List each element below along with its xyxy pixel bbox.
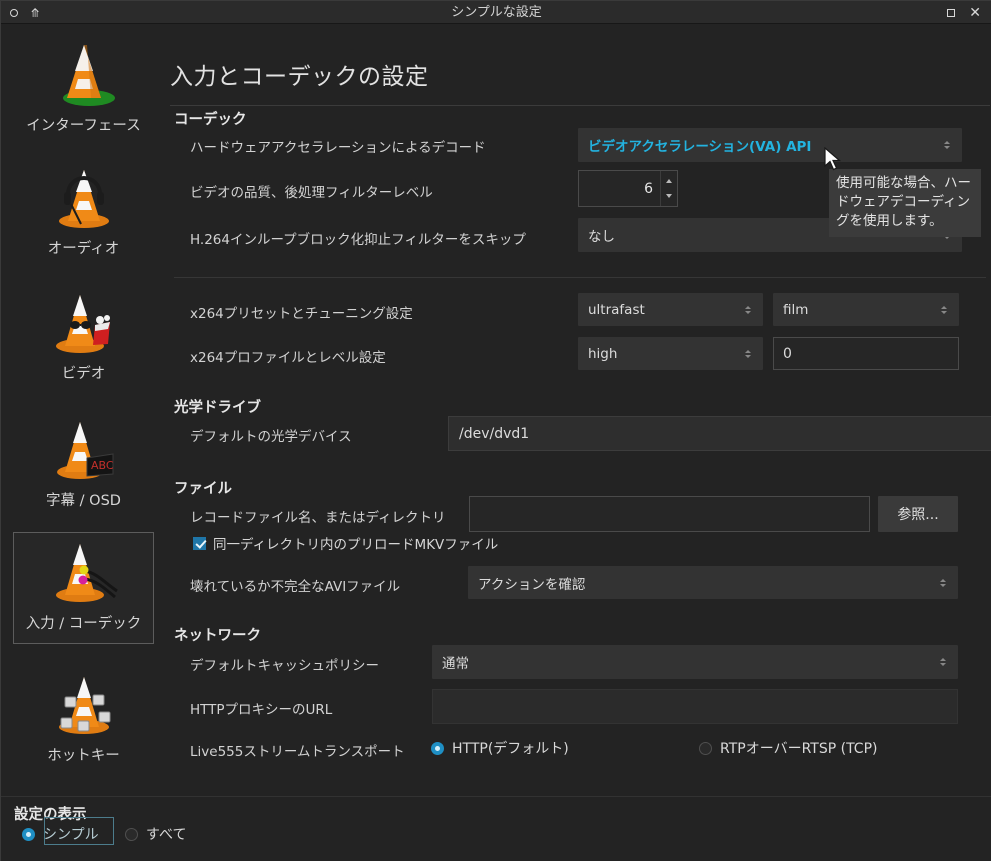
vlc-cone-audio-icon bbox=[47, 164, 121, 230]
spinner-arrows-icon[interactable] bbox=[660, 171, 677, 206]
browse-button-label: 参照... bbox=[897, 507, 939, 523]
x264-level-input[interactable]: 0 bbox=[773, 337, 959, 370]
x264-profile-value: high bbox=[588, 345, 618, 362]
window-title: シンプルな設定 bbox=[451, 5, 542, 20]
main-content: 入力とコーデックの設定 コーデック ハードウェアアクセラレーションによるデコード… bbox=[166, 24, 991, 796]
group-title-network: ネットワーク bbox=[174, 628, 261, 644]
maximize-icon[interactable] bbox=[947, 8, 956, 17]
codec-divider bbox=[174, 277, 986, 278]
chevron-updown-icon bbox=[939, 141, 955, 149]
chevron-updown-icon bbox=[935, 658, 951, 666]
chevron-updown-icon bbox=[740, 305, 756, 314]
post-processing-level-value: 6 bbox=[644, 180, 653, 197]
label-hw-accel: ハードウェアアクセラレーションによるデコード bbox=[190, 140, 486, 156]
sidebar-item-label: 入力 / コーデック bbox=[25, 616, 142, 632]
http-proxy-url-input[interactable] bbox=[432, 689, 958, 724]
page-title: 入力とコーデックの設定 bbox=[170, 64, 429, 90]
sidebar: インターフェース オーディオ ビデオ ABC 字幕 / OSD 入力 / コーデ… bbox=[1, 24, 166, 796]
vlc-cone-interface-icon bbox=[47, 41, 121, 107]
browse-button[interactable]: 参照... bbox=[878, 496, 958, 532]
vlc-cone-subtitles-icon: ABC bbox=[47, 416, 121, 482]
x264-level-value: 0 bbox=[783, 345, 792, 362]
titlebar-left-controls: ⤊ bbox=[10, 1, 40, 24]
live555-http-label: HTTP(デフォルト) bbox=[452, 741, 569, 757]
hw-accel-combobox[interactable]: ビデオアクセラレーション(VA) API bbox=[578, 128, 962, 162]
label-default-cache-policy: デフォルトキャッシュポリシー bbox=[190, 658, 379, 674]
sidebar-item-label: ホットキー bbox=[47, 748, 120, 764]
simple-preferences-window: シンプルな設定 ⤊ ✕ インターフェース オーディオ ビデオ ABC 字幕 / … bbox=[0, 0, 991, 861]
label-live555-transport: Live555ストリームトランスポート bbox=[190, 744, 405, 760]
sidebar-item-input-codecs[interactable]: 入力 / コーデック bbox=[13, 532, 154, 644]
default-optical-device-value: /dev/dvd1 bbox=[459, 425, 530, 442]
sidebar-item-video[interactable]: ビデオ bbox=[13, 282, 154, 384]
sidebar-item-audio[interactable]: オーディオ bbox=[13, 157, 154, 259]
label-record-file-directory: レコードファイル名、またはディレクトリ bbox=[190, 510, 446, 526]
sidebar-item-label: オーディオ bbox=[47, 241, 120, 257]
sidebar-item-label: ビデオ bbox=[61, 366, 106, 382]
sidebar-item-interface[interactable]: インターフェース bbox=[13, 34, 154, 136]
live555-rtp-label: RTPオーバーRTSP (TCP) bbox=[720, 741, 878, 757]
hw-accel-value: ビデオアクセラレーション(VA) API bbox=[588, 139, 812, 155]
chevron-updown-icon bbox=[935, 578, 951, 587]
record-file-directory-input[interactable] bbox=[469, 496, 870, 532]
sidebar-item-hotkeys[interactable]: ホットキー bbox=[13, 664, 154, 766]
live555-rtp-radio-row[interactable]: RTPオーバーRTSP (TCP) bbox=[699, 738, 877, 758]
default-cache-policy-value: 通常 bbox=[442, 656, 469, 672]
arrow-up-icon[interactable]: ⤊ bbox=[30, 7, 40, 19]
label-http-proxy-url: HTTPプロキシーのURL bbox=[190, 702, 333, 718]
live555-rtp-radio[interactable] bbox=[699, 741, 712, 755]
preload-mkv-label: 同一ディレクトリ内のプリロードMKVファイル bbox=[213, 537, 499, 553]
label-x264-preset-tuning: x264プリセットとチューニング設定 bbox=[190, 306, 413, 322]
chevron-updown-icon bbox=[740, 349, 756, 358]
label-x264-profile-level: x264プロファイルとレベル設定 bbox=[190, 350, 386, 366]
view-all-radio[interactable] bbox=[125, 827, 138, 841]
group-title-file: ファイル bbox=[174, 481, 232, 497]
damaged-avi-value: アクションを確認 bbox=[478, 576, 586, 593]
label-default-optical-device: デフォルトの光学デバイス bbox=[190, 429, 352, 445]
default-optical-device-combobox[interactable]: /dev/dvd1 ▾ bbox=[448, 416, 991, 451]
svg-text:ABC: ABC bbox=[91, 459, 114, 472]
title-bar: シンプルな設定 ⤊ ✕ bbox=[1, 1, 991, 24]
live555-http-radio-row[interactable]: HTTP(デフォルト) bbox=[431, 738, 569, 758]
sidebar-item-subtitles-osd[interactable]: ABC 字幕 / OSD bbox=[13, 409, 154, 511]
view-all-radio-row[interactable]: すべて bbox=[125, 824, 186, 844]
titlebar-right-controls: ✕ bbox=[947, 1, 981, 24]
chevron-updown-icon bbox=[936, 305, 952, 314]
live555-http-radio[interactable] bbox=[431, 741, 444, 755]
bottom-bar: 設定の表示 シンプル すべて 設定をリセット (R) キャンセル (C) 保存 … bbox=[1, 796, 991, 861]
post-processing-level-spinbox[interactable]: 6 bbox=[578, 170, 678, 207]
title-divider bbox=[170, 105, 990, 106]
sidebar-item-label: インターフェース bbox=[26, 118, 141, 134]
vlc-cone-video-icon bbox=[47, 289, 121, 355]
default-cache-policy-combobox[interactable]: 通常 bbox=[432, 645, 958, 679]
sidebar-item-label: 字幕 / OSD bbox=[46, 493, 121, 509]
x264-profile-combobox[interactable]: high bbox=[578, 337, 763, 370]
view-simple-radio[interactable] bbox=[22, 827, 35, 841]
vlc-cone-input-codecs-icon bbox=[47, 539, 121, 605]
group-title-codec: コーデック bbox=[174, 112, 247, 128]
x264-tuning-combobox[interactable]: film bbox=[773, 293, 959, 326]
close-icon[interactable]: ✕ bbox=[969, 6, 981, 20]
label-damaged-avi: 壊れているか不完全なAVIファイル bbox=[190, 579, 401, 595]
preload-mkv-checkbox[interactable] bbox=[193, 536, 206, 550]
label-video-quality: ビデオの品質、後処理フィルターレベル bbox=[190, 185, 433, 201]
damaged-avi-combobox[interactable]: アクションを確認 bbox=[468, 566, 958, 599]
label-h264-skip-loop-filter: H.264インループブロック化抑止フィルターをスキップ bbox=[190, 232, 526, 248]
view-all-label: すべて bbox=[146, 827, 187, 843]
hw-accel-tooltip: 使用可能な場合、ハードウェアデコーディングを使用します。 bbox=[829, 169, 981, 237]
x264-preset-combobox[interactable]: ultrafast bbox=[578, 293, 763, 326]
group-title-optical-drive: 光学ドライブ bbox=[174, 400, 261, 416]
x264-preset-value: ultrafast bbox=[588, 301, 645, 318]
circle-icon[interactable] bbox=[10, 8, 18, 17]
view-simple-focus-outline bbox=[44, 817, 114, 845]
preload-mkv-checkbox-row[interactable]: 同一ディレクトリ内のプリロードMKVファイル bbox=[193, 533, 498, 553]
vlc-cone-hotkeys-icon bbox=[47, 671, 121, 737]
x264-tuning-value: film bbox=[783, 301, 809, 318]
